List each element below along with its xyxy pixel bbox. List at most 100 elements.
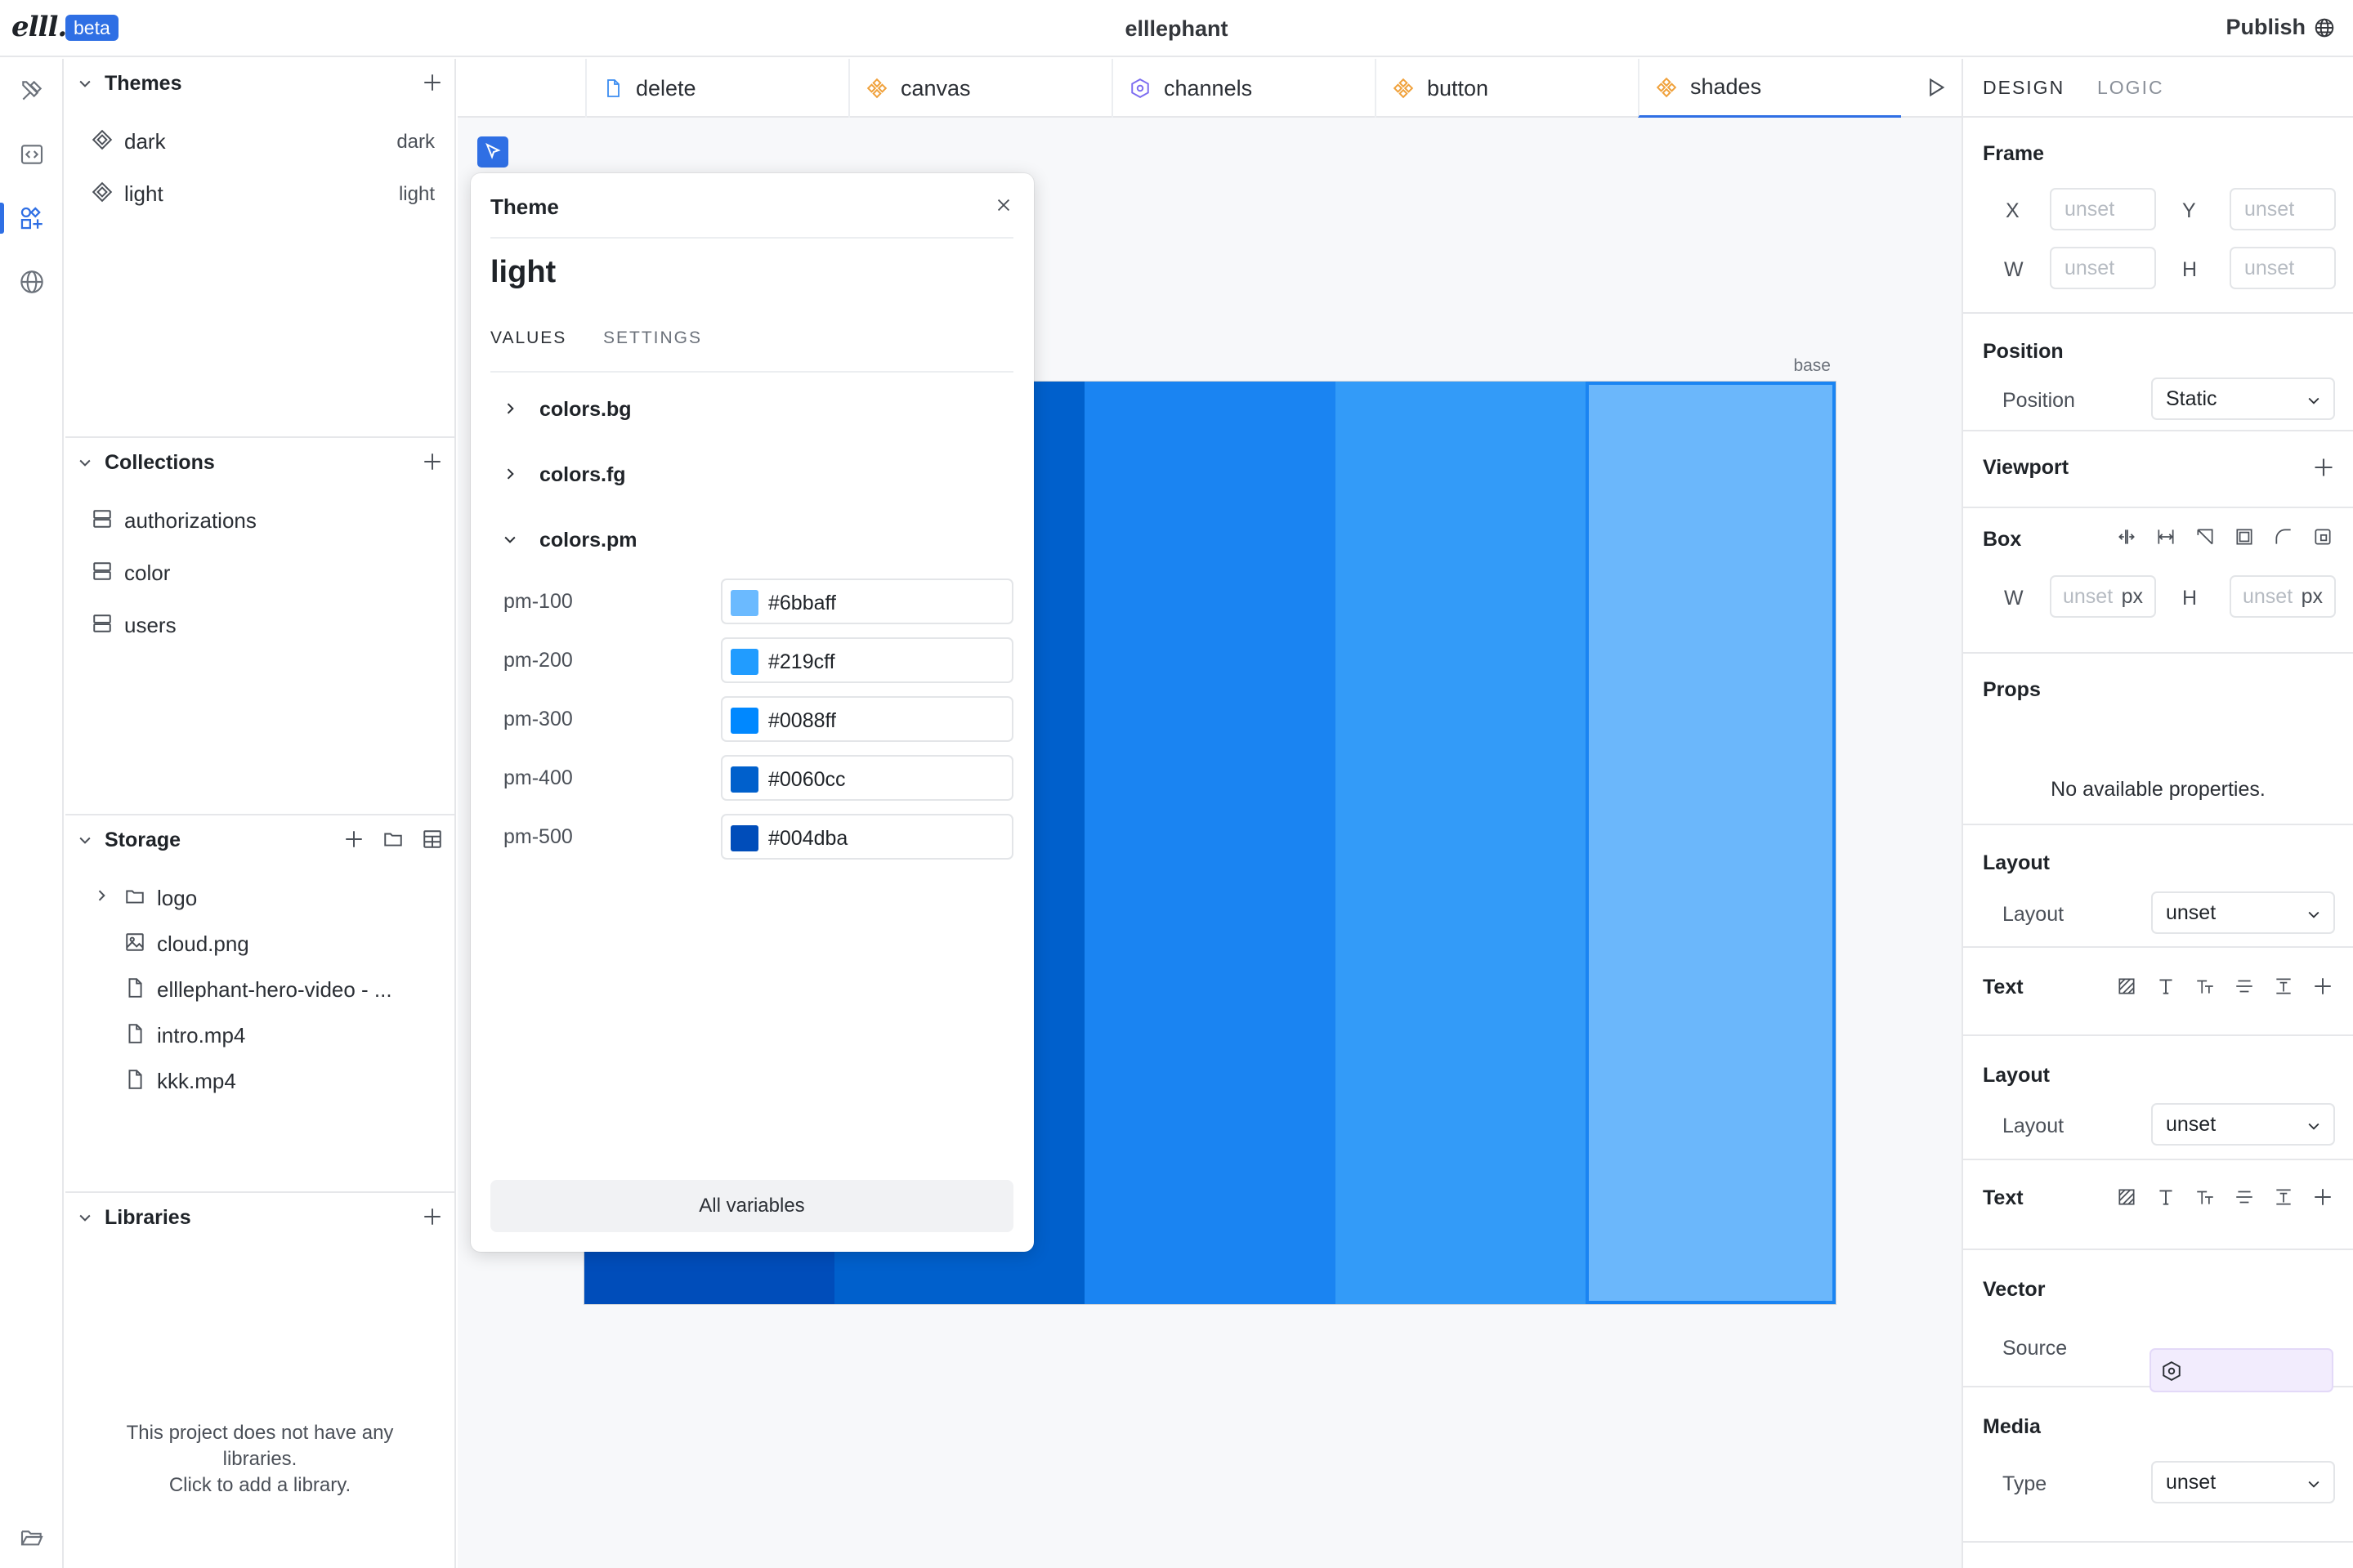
variable-value: #004dba: [768, 827, 848, 850]
add-collection-icon[interactable]: [420, 449, 445, 474]
color-swatch[interactable]: [731, 766, 758, 793]
color-swatch[interactable]: [731, 649, 758, 675]
border-icon[interactable]: [2232, 525, 2257, 549]
collection-item-authorizations[interactable]: authorizations: [65, 497, 454, 541]
chevron-down-icon[interactable]: [77, 75, 93, 92]
tab-channels[interactable]: channels: [1112, 59, 1375, 118]
spacing-icon[interactable]: [2114, 525, 2139, 549]
add-file-icon[interactable]: [342, 827, 366, 851]
tab-delete[interactable]: delete: [585, 59, 848, 118]
media-type-select[interactable]: unset: [2151, 1461, 2335, 1503]
tab-button[interactable]: button: [1375, 59, 1638, 118]
shade-swatch[interactable]: [1335, 382, 1586, 1304]
text-size-icon[interactable]: [2193, 1185, 2217, 1209]
text-spacing-icon[interactable]: [2271, 1185, 2296, 1209]
app-logo[interactable]: elll.: [11, 11, 67, 43]
libraries-header[interactable]: Libraries: [65, 1193, 454, 1242]
tab-shades[interactable]: shades: [1638, 59, 1901, 118]
collection-item-color[interactable]: color: [65, 549, 454, 593]
layout-select[interactable]: unset: [2151, 1103, 2335, 1146]
group-colors-pm[interactable]: colors.pm: [490, 519, 1013, 560]
close-icon[interactable]: [995, 196, 1013, 214]
w-input[interactable]: unset: [2050, 247, 2156, 289]
text-align-icon[interactable]: [2232, 1185, 2257, 1209]
tab-canvas[interactable]: canvas: [848, 59, 1112, 118]
publish-button[interactable]: Publish: [2226, 15, 2335, 40]
group-colors-fg[interactable]: colors.fg: [490, 453, 1013, 494]
theme-item-light[interactable]: light light: [65, 170, 454, 214]
width-icon[interactable]: [2154, 525, 2178, 549]
collections-section: Collections authorizations color users: [65, 436, 454, 814]
storage-item-label: cloud.png: [157, 931, 249, 956]
h-input[interactable]: unset: [2230, 247, 2336, 289]
folder-open-icon[interactable]: [16, 1521, 47, 1552]
layout-grid-icon[interactable]: [420, 827, 445, 851]
add-text-style-icon[interactable]: [2311, 974, 2335, 998]
x-input[interactable]: unset: [2050, 188, 2156, 230]
shadow-icon[interactable]: [2311, 525, 2335, 549]
tab-values[interactable]: VALUES: [490, 328, 566, 348]
add-viewport-icon[interactable]: [2312, 456, 2335, 479]
add-theme-icon[interactable]: [420, 70, 445, 95]
chevron-down-icon[interactable]: [77, 1209, 93, 1226]
box-width-value: unset: [2063, 585, 2114, 608]
storage-item-logo[interactable]: logo: [65, 874, 454, 918]
chevron-down-icon[interactable]: [77, 454, 93, 471]
variable-value-field[interactable]: #219cff: [721, 637, 1013, 683]
layout-select[interactable]: unset: [2151, 891, 2335, 934]
folder-icon: [124, 886, 145, 907]
tab-settings[interactable]: SETTINGS: [603, 328, 702, 348]
position-select[interactable]: Static: [2151, 377, 2335, 420]
color-swatch[interactable]: [731, 825, 758, 851]
all-variables-button[interactable]: All variables: [490, 1180, 1013, 1232]
text-type-icon[interactable]: [2154, 974, 2178, 998]
chevron-right-icon[interactable]: [93, 887, 110, 904]
code-icon[interactable]: [16, 139, 47, 170]
text-fill-icon[interactable]: [2114, 974, 2139, 998]
y-input[interactable]: unset: [2230, 188, 2336, 230]
storage-item-intro[interactable]: intro.mp4: [65, 1012, 454, 1056]
text-spacing-icon[interactable]: [2271, 974, 2296, 998]
collections-header[interactable]: Collections: [65, 438, 454, 487]
themes-header[interactable]: Themes: [65, 59, 454, 108]
tab-design[interactable]: DESIGN: [1983, 77, 2064, 99]
tab-logic[interactable]: LOGIC: [2097, 77, 2164, 99]
storage-item-hero-video[interactable]: elllephant-hero-video - ...: [65, 966, 454, 1010]
libraries-empty-message[interactable]: This project does not have any libraries…: [65, 1420, 454, 1499]
chevron-down-icon[interactable]: [77, 832, 93, 848]
box-width-input[interactable]: unset px: [2050, 575, 2156, 618]
new-folder-icon[interactable]: [381, 827, 405, 851]
text-align-icon[interactable]: [2232, 974, 2257, 998]
text-type-icon[interactable]: [2154, 1185, 2178, 1209]
globe-icon[interactable]: [16, 266, 47, 297]
storage-item-cloud[interactable]: cloud.png: [65, 920, 454, 964]
text-size-icon[interactable]: [2193, 974, 2217, 998]
collection-item-users[interactable]: users: [65, 601, 454, 646]
shade-swatch[interactable]: [1085, 382, 1335, 1304]
play-icon[interactable]: [1924, 76, 1947, 99]
components-icon[interactable]: [16, 203, 47, 234]
variable-value-field[interactable]: #004dba: [721, 814, 1013, 860]
tools-icon[interactable]: [16, 75, 47, 106]
vector-source-field[interactable]: [2149, 1348, 2333, 1392]
resize-icon[interactable]: [2193, 525, 2217, 549]
shade-swatch-selected[interactable]: [1585, 382, 1836, 1304]
database-icon: [92, 561, 113, 582]
variable-value-field[interactable]: #6bbaff: [721, 579, 1013, 624]
select-tool-button[interactable]: [477, 136, 508, 168]
variable-value-field[interactable]: #0088ff: [721, 696, 1013, 742]
frame-label[interactable]: base: [1757, 356, 1831, 376]
variable-value-field[interactable]: #0060cc: [721, 755, 1013, 801]
storage-item-kkk[interactable]: kkk.mp4: [65, 1057, 454, 1101]
box-height-input[interactable]: unset px: [2230, 575, 2336, 618]
group-colors-bg[interactable]: colors.bg: [490, 388, 1013, 429]
text-fill-icon[interactable]: [2114, 1185, 2139, 1209]
color-swatch[interactable]: [731, 590, 758, 616]
add-text-style-icon[interactable]: [2311, 1185, 2335, 1209]
color-swatch[interactable]: [731, 708, 758, 734]
add-library-icon[interactable]: [420, 1204, 445, 1229]
radius-icon[interactable]: [2271, 525, 2296, 549]
storage-header[interactable]: Storage: [65, 815, 454, 864]
theme-item-dark[interactable]: dark dark: [65, 118, 454, 162]
section-title: Viewport: [1983, 456, 2069, 479]
